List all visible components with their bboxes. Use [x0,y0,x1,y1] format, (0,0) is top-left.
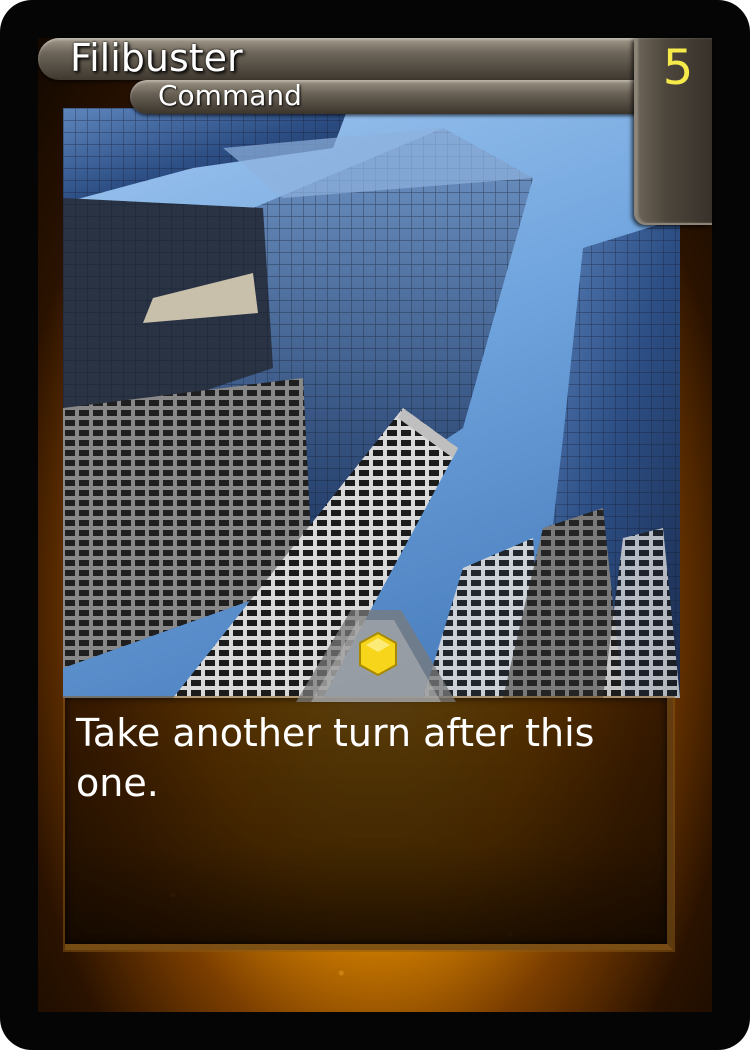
card-name: Filibuster [70,36,243,80]
rarity-gem-icon [359,632,397,676]
rules-text: Take another turn after this one. [76,711,595,805]
cost-value: 5 [662,40,694,96]
game-card[interactable]: Filibuster Command 5 Take another turn a… [0,0,750,1050]
card-type: Command [158,79,302,112]
